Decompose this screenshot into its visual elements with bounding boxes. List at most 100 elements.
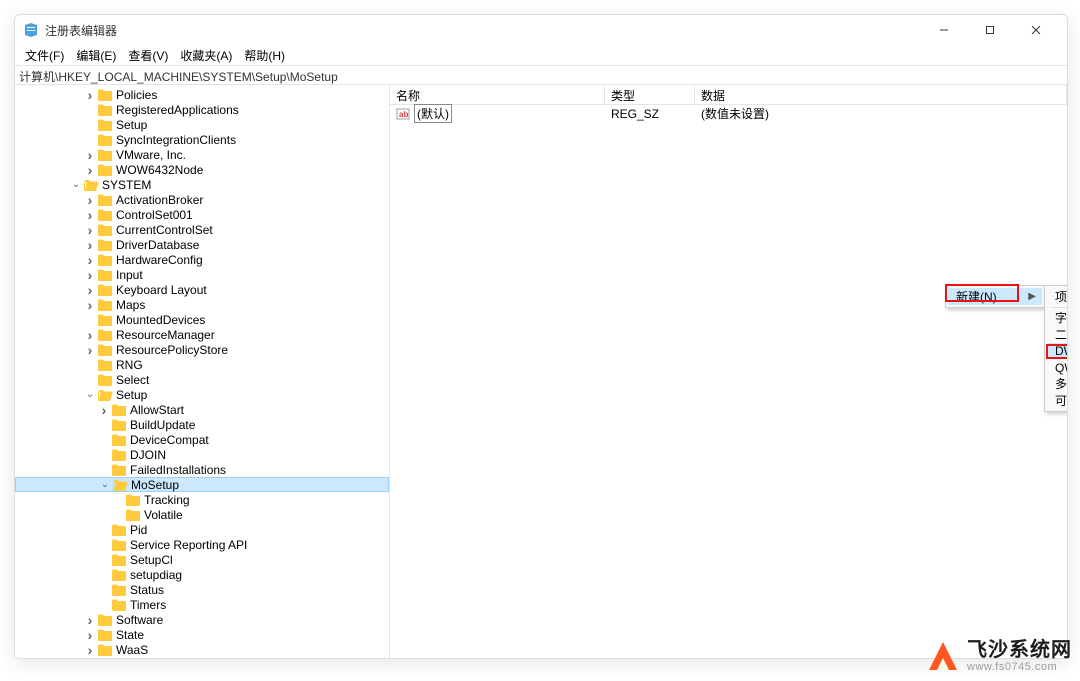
chevron-right-icon[interactable]: › bbox=[83, 148, 97, 162]
chevron-down-icon[interactable]: ⌄ bbox=[98, 478, 112, 492]
chevron-right-icon[interactable]: › bbox=[83, 193, 97, 207]
menu-item[interactable]: 编辑(E) bbox=[70, 45, 122, 66]
ctx-separator bbox=[1051, 307, 1067, 308]
menu-item[interactable]: 收藏夹(A) bbox=[174, 45, 238, 66]
chevron-right-icon[interactable]: › bbox=[83, 328, 97, 342]
tree-node[interactable]: ⌄Setup bbox=[15, 387, 389, 402]
chevron-right-icon[interactable]: › bbox=[83, 658, 97, 659]
col-header-data[interactable]: 数据 bbox=[695, 85, 1067, 104]
tree-node[interactable]: DeviceCompat bbox=[15, 432, 389, 447]
address-bar[interactable]: 计算机\HKEY_LOCAL_MACHINE\SYSTEM\Setup\MoSe… bbox=[15, 65, 1067, 85]
menu-item[interactable]: 查看(V) bbox=[122, 45, 174, 66]
tree-node[interactable]: BuildUpdate bbox=[15, 417, 389, 432]
chevron-down-icon[interactable]: ⌄ bbox=[83, 388, 97, 402]
chevron-right-icon[interactable]: › bbox=[83, 643, 97, 657]
tree-node[interactable]: Service Reporting API bbox=[15, 537, 389, 552]
tree-node[interactable]: Timers bbox=[15, 597, 389, 612]
ctx-new-label: 新建(N) bbox=[956, 288, 997, 305]
tree-node[interactable]: DJOIN bbox=[15, 447, 389, 462]
context-menu-main: 新建(N) ▶ bbox=[945, 285, 1045, 308]
tree-node[interactable]: ›DriverDatabase bbox=[15, 237, 389, 252]
chevron-right-icon[interactable]: › bbox=[83, 613, 97, 627]
tree-node[interactable]: Tracking bbox=[15, 492, 389, 507]
tree-node[interactable]: ⌄SYSTEM bbox=[15, 177, 389, 192]
chevron-down-icon[interactable]: ⌄ bbox=[69, 178, 83, 192]
chevron-right-icon[interactable]: › bbox=[83, 253, 97, 267]
tree-node[interactable]: ›HardwareConfig bbox=[15, 252, 389, 267]
chevron-right-icon[interactable]: › bbox=[83, 223, 97, 237]
chevron-right-icon[interactable]: › bbox=[83, 238, 97, 252]
tree-node[interactable]: › VMware, Inc. bbox=[15, 147, 389, 162]
folder-open-icon bbox=[83, 178, 99, 192]
chevron-right-icon[interactable]: › bbox=[83, 208, 97, 222]
tree-node[interactable]: setupdiag bbox=[15, 567, 389, 582]
tree-node[interactable]: ›ControlSet001 bbox=[15, 207, 389, 222]
minimize-button[interactable] bbox=[921, 15, 967, 45]
tree-node[interactable]: Status bbox=[15, 582, 389, 597]
tree-node[interactable]: ›CurrentControlSet bbox=[15, 222, 389, 237]
chevron-right-icon[interactable]: › bbox=[83, 88, 97, 102]
close-button[interactable] bbox=[1013, 15, 1059, 45]
folder-icon bbox=[97, 658, 113, 659]
tree-node[interactable]: ›Maps bbox=[15, 297, 389, 312]
tree-node[interactable]: ›ResourcePolicyStore bbox=[15, 342, 389, 357]
maximize-button[interactable] bbox=[967, 15, 1013, 45]
folder-icon bbox=[97, 283, 113, 297]
ctx-item[interactable]: QWORD (64 位)值(Q) bbox=[1047, 359, 1067, 376]
ctx-item[interactable]: 二进制值(B) bbox=[1047, 326, 1067, 343]
chevron-none bbox=[83, 313, 97, 327]
tree-node[interactable]: Pid bbox=[15, 522, 389, 537]
tree-node[interactable]: ›ResourceManager bbox=[15, 327, 389, 342]
chevron-right-icon[interactable]: › bbox=[83, 298, 97, 312]
list-row[interactable]: (默认)REG_SZ(数值未设置) bbox=[390, 105, 1067, 122]
ctx-item[interactable]: 可扩充字符串值(E) bbox=[1047, 392, 1067, 409]
tree-node[interactable]: › AllowStart bbox=[15, 402, 389, 417]
list-body[interactable]: (默认)REG_SZ(数值未设置) bbox=[390, 105, 1067, 122]
tree-node-label: VMware, Inc. bbox=[116, 148, 186, 162]
tree-node[interactable]: Volatile bbox=[15, 507, 389, 522]
tree-node[interactable]: Select bbox=[15, 372, 389, 387]
ctx-item[interactable]: 字符串值(S) bbox=[1047, 310, 1067, 327]
tree-node[interactable]: SyncIntegrationClients bbox=[15, 132, 389, 147]
tree-node[interactable]: ›Software bbox=[15, 612, 389, 627]
tree-node[interactable]: ›WaaS bbox=[15, 642, 389, 657]
tree-node[interactable]: Setup bbox=[15, 117, 389, 132]
chevron-right-icon[interactable]: › bbox=[83, 628, 97, 642]
tree-node[interactable]: ›Keyboard Layout bbox=[15, 282, 389, 297]
ctx-new[interactable]: 新建(N) ▶ bbox=[948, 288, 1042, 305]
tree-node[interactable]: ›WPA bbox=[15, 657, 389, 658]
folder-open-icon bbox=[112, 478, 128, 492]
ctx-item[interactable]: 项(K) bbox=[1047, 288, 1067, 305]
chevron-none bbox=[97, 568, 111, 582]
chevron-right-icon[interactable]: › bbox=[83, 343, 97, 357]
tree-node[interactable]: SetupCl bbox=[15, 552, 389, 567]
tree-node[interactable]: ›State bbox=[15, 627, 389, 642]
chevron-none bbox=[97, 538, 111, 552]
chevron-right-icon[interactable]: › bbox=[83, 163, 97, 177]
chevron-right-icon[interactable]: › bbox=[83, 268, 97, 282]
ctx-item[interactable]: 多字符串值(M) bbox=[1047, 376, 1067, 393]
ctx-item[interactable]: DWORD (32 位)值(D) bbox=[1047, 343, 1067, 360]
tree-pane[interactable]: ›PoliciesRegisteredApplicationsSetupSync… bbox=[15, 85, 390, 658]
chevron-none bbox=[83, 358, 97, 372]
cell-type: REG_SZ bbox=[605, 107, 695, 121]
tree-node[interactable]: ›Input bbox=[15, 267, 389, 282]
col-header-name[interactable]: 名称 bbox=[390, 85, 605, 104]
chevron-none bbox=[97, 463, 111, 477]
tree-node[interactable]: RNG bbox=[15, 357, 389, 372]
list-header: 名称 类型 数据 bbox=[390, 85, 1067, 105]
tree-node[interactable]: ⌄MoSetup bbox=[15, 477, 389, 492]
chevron-none bbox=[83, 133, 97, 147]
tree-node[interactable]: ›Policies bbox=[15, 87, 389, 102]
tree-node[interactable]: MountedDevices bbox=[15, 312, 389, 327]
chevron-right-icon[interactable]: › bbox=[97, 403, 111, 417]
menu-item[interactable]: 文件(F) bbox=[19, 45, 70, 66]
menu-item[interactable]: 帮助(H) bbox=[238, 45, 291, 66]
col-header-type[interactable]: 类型 bbox=[605, 85, 695, 104]
tree-node[interactable]: RegisteredApplications bbox=[15, 102, 389, 117]
tree-node[interactable]: ›WOW6432Node bbox=[15, 162, 389, 177]
tree-node-label: AllowStart bbox=[130, 403, 184, 417]
tree-node[interactable]: FailedInstallations bbox=[15, 462, 389, 477]
chevron-right-icon[interactable]: › bbox=[83, 283, 97, 297]
tree-node[interactable]: ›ActivationBroker bbox=[15, 192, 389, 207]
